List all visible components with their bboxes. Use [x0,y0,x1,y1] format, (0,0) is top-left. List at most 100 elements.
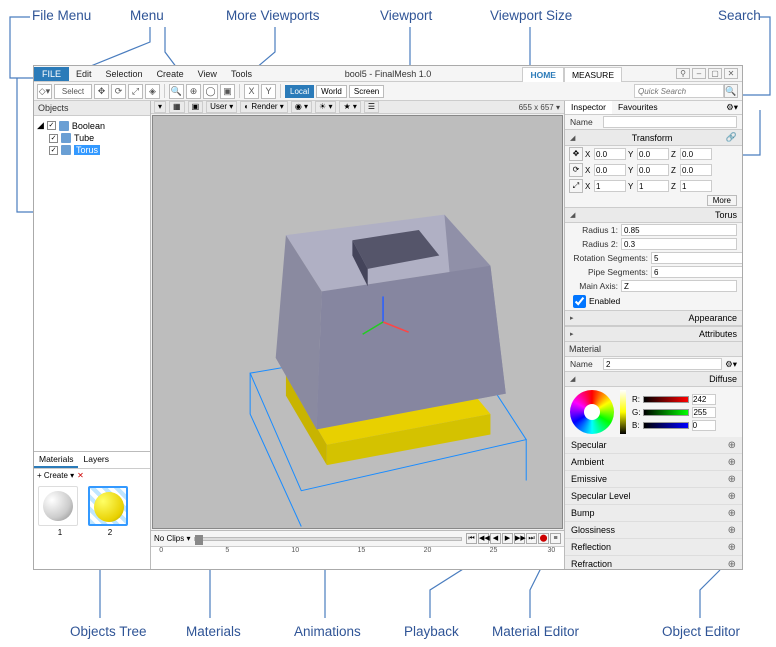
vp-star-icon[interactable]: ★ ▾ [339,101,360,113]
pos-x[interactable] [594,148,626,160]
play-next-icon[interactable]: ▶▶ [514,533,525,544]
menu-file[interactable]: FILE [34,67,69,81]
scl-y[interactable] [637,180,669,192]
tree-node-boolean[interactable]: ◢✓ Boolean [37,119,147,132]
rot-y[interactable] [637,164,669,176]
menu-create[interactable]: Create [150,67,191,81]
move-icon[interactable]: ✥ [569,147,583,161]
more-button[interactable]: More [707,195,737,206]
pos-z[interactable] [680,148,712,160]
prop-gloss[interactable]: Glossiness⊕ [565,522,742,539]
menu-selection[interactable]: Selection [99,67,150,81]
search-input[interactable] [634,84,724,98]
play-first-icon[interactable]: ⏮ [466,533,477,544]
radius1-input[interactable] [621,224,737,236]
b-slider[interactable] [643,422,689,429]
section-attributes[interactable]: Attributes [565,326,742,342]
link-icon[interactable]: 🔗 [726,132,737,143]
prop-specular[interactable]: Specular⊕ [565,437,742,454]
pipeseg-input[interactable] [651,266,742,278]
search-icon[interactable]: 🔍 [724,84,738,98]
play-last-icon[interactable]: ⏭ [526,533,537,544]
play-menu-icon[interactable]: ≡ [550,533,561,544]
tool-rotate[interactable]: ⟳ [111,84,126,99]
g-input[interactable] [692,407,716,418]
scl-x[interactable] [594,180,626,192]
gear-icon[interactable]: ⚙▾ [720,101,742,114]
tool-snap-x[interactable]: X [244,84,259,99]
prop-ambient[interactable]: Ambient⊕ [565,454,742,471]
tab-inspector[interactable]: Inspector [565,101,612,114]
radius2-input[interactable] [621,238,737,250]
vp-layout-icon[interactable]: ☰ [364,101,379,113]
menu-tools[interactable]: Tools [224,67,259,81]
pos-y[interactable] [637,148,669,160]
play-back-icon[interactable]: ◀ [490,533,501,544]
vp-dropdown-icon[interactable]: ▾ [154,101,166,113]
timeline-ruler[interactable]: 0 5 10 15 20 25 30 [151,546,564,569]
tool-zoom[interactable]: 🔍▾ [169,84,184,99]
section-transform[interactable]: Transform🔗 [565,129,742,146]
tab-materials[interactable]: Materials [34,452,78,468]
tab-home[interactable]: HOME [522,67,564,82]
material-swatch-2[interactable]: 2 [88,486,132,537]
tool-move[interactable]: ✥ [94,84,109,99]
tree-node-torus[interactable]: ✓ Torus [37,144,147,156]
prop-refraction[interactable]: Refraction⊕ [565,556,742,569]
pin-icon[interactable]: ⚲ [676,68,690,79]
scale-icon[interactable]: ⤢ [569,179,583,193]
minimize-icon[interactable]: – [692,68,706,79]
tab-favourites[interactable]: Favourites [612,101,664,114]
tool-pointer[interactable]: ◇▾ [37,84,52,99]
tool-transform[interactable]: ◈ [145,84,160,99]
gear-icon[interactable]: ⚙▾ [725,359,737,370]
value-slider[interactable] [620,390,626,434]
tab-layers[interactable]: Layers [78,452,114,468]
vp-render[interactable]: ◐ Render ▾ [240,101,288,113]
vp-expand-icon[interactable]: ▣ [188,101,204,113]
viewport[interactable] [152,115,563,529]
enabled-checkbox[interactable] [573,295,586,308]
prop-reflection[interactable]: Reflection⊕ [565,539,742,556]
tool-scale[interactable]: ⤢ [128,84,143,99]
vp-grid-icon[interactable]: ▦ [169,101,185,113]
section-diffuse[interactable]: Diffuse [565,371,742,387]
vp-light-icon[interactable]: ☀ ▾ [315,101,336,113]
rot-x[interactable] [594,164,626,176]
g-slider[interactable] [643,409,689,416]
play-rec-icon[interactable]: ⬤ [538,533,549,544]
tool-select[interactable]: Select [54,84,92,99]
rot-z[interactable] [680,164,712,176]
tool-snap-y[interactable]: Y [261,84,276,99]
close-icon[interactable]: ✕ [724,68,738,79]
prop-speclevel[interactable]: Specular Level⊕ [565,488,742,505]
maximize-icon[interactable]: ▢ [708,68,722,79]
viewport-size[interactable]: 655 x 657 ▾ [519,103,560,112]
coord-screen[interactable]: Screen [349,85,384,98]
tab-measure[interactable]: MEASURE [564,67,622,82]
scl-z[interactable] [680,180,712,192]
b-input[interactable] [692,420,716,431]
vp-user[interactable]: User ▾ [206,101,237,113]
r-slider[interactable] [643,396,689,403]
play-fwd-icon[interactable]: ▶ [502,533,513,544]
material-delete[interactable]: ✕ [77,471,84,480]
section-appearance[interactable]: Appearance [565,310,742,326]
objects-tree[interactable]: ◢✓ Boolean ✓ Tube ✓ Torus [34,116,150,451]
tool-orbit[interactable]: ◯ [203,84,218,99]
coord-local[interactable]: Local [285,85,314,98]
play-prev-icon[interactable]: ◀◀ [478,533,489,544]
section-torus[interactable]: Torus [565,207,742,223]
r-input[interactable] [692,394,716,405]
material-create[interactable]: + Create ▾ [37,471,74,480]
clips-dropdown[interactable]: No Clips ▾ [154,534,190,543]
prop-emissive[interactable]: Emissive⊕ [565,471,742,488]
vp-shade-icon[interactable]: ◉ ▾ [291,101,312,113]
mat-name-input[interactable] [603,358,722,370]
tool-pan[interactable]: ⊕ [186,84,201,99]
rotate-icon[interactable]: ⟳ [569,163,583,177]
mainaxis-input[interactable] [621,280,737,292]
material-swatch-1[interactable]: 1 [38,486,82,537]
color-wheel[interactable] [570,390,614,434]
prop-bump[interactable]: Bump⊕ [565,505,742,522]
